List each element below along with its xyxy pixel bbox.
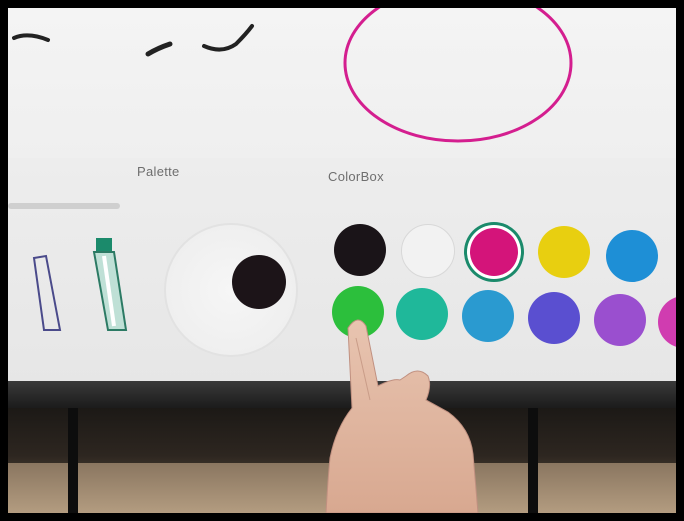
photo: Palette ColorBox — [8, 8, 676, 513]
photo-frame: Palette ColorBox — [0, 0, 684, 521]
hand — [325, 319, 479, 513]
